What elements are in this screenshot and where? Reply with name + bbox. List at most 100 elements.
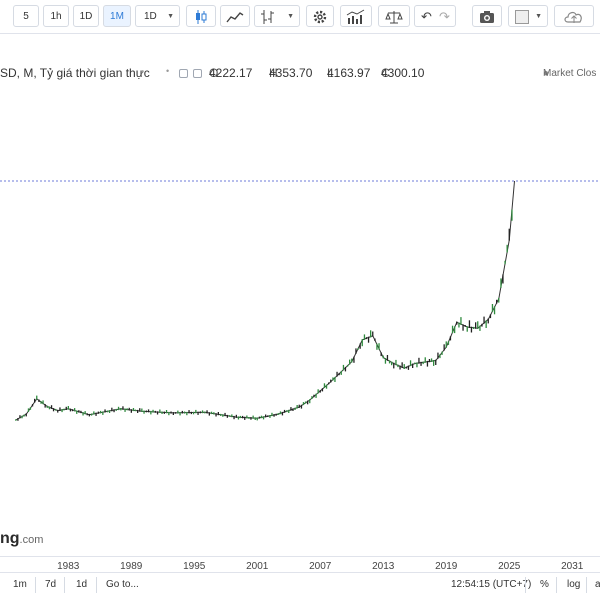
price-bar <box>126 408 128 411</box>
price-bar <box>65 406 67 410</box>
auto-scale-toggle[interactable]: a <box>595 577 600 593</box>
price-bar <box>206 410 208 414</box>
price-bar <box>336 371 338 377</box>
price-bar <box>487 318 489 324</box>
price-bar <box>124 408 126 412</box>
price-bar <box>330 379 332 383</box>
price-bar <box>228 415 231 417</box>
price-bar <box>372 331 374 337</box>
price-bar <box>186 411 188 416</box>
price-bar <box>208 412 210 416</box>
price-bar <box>401 362 403 368</box>
price-bar <box>420 361 422 366</box>
price-bar <box>319 390 321 393</box>
price-bar <box>31 404 34 407</box>
price-bar <box>69 408 72 412</box>
price-bar <box>464 325 466 327</box>
range-button-1m[interactable]: 1m <box>13 577 27 593</box>
price-bar <box>451 325 454 333</box>
price-bar <box>19 415 21 419</box>
price-bar <box>498 297 500 303</box>
price-bar <box>502 274 504 284</box>
price-bar <box>46 405 48 408</box>
price-bar <box>130 409 132 413</box>
price-bar <box>159 409 161 413</box>
range-button-1d[interactable]: 1d <box>76 577 87 593</box>
price-bar <box>309 399 311 404</box>
price-bar <box>235 414 237 418</box>
price-bar <box>192 411 195 415</box>
price-bar <box>430 358 433 362</box>
price-bar <box>317 389 319 394</box>
price-bar <box>93 411 95 415</box>
price-bar <box>273 414 275 417</box>
price-bar <box>323 383 326 388</box>
price-bar <box>48 406 51 410</box>
price-bar <box>38 399 40 402</box>
price-bar <box>426 360 429 367</box>
price-bar <box>508 228 510 241</box>
price-bar <box>219 413 222 416</box>
price-bar <box>145 410 147 413</box>
time-axis-tick-2025: 2025 <box>498 561 521 572</box>
price-bar <box>378 343 380 350</box>
price-bar <box>403 364 405 369</box>
price-bar <box>222 414 224 417</box>
log-scale-toggle[interactable]: log <box>567 577 580 593</box>
price-bar <box>215 413 217 417</box>
time-axis[interactable]: 1983 1989 1995 2001 2007 2013 2019 2025 2031 <box>0 556 600 573</box>
price-bar <box>265 414 267 418</box>
price-bar <box>115 408 117 411</box>
price-bar <box>456 321 458 325</box>
price-bar <box>409 360 412 367</box>
price-bar <box>477 321 479 329</box>
price-bar <box>435 359 437 365</box>
price-bar <box>237 416 240 420</box>
timezone-clock[interactable]: 12:54:15 (UTC+7) <box>451 577 531 593</box>
price-bar <box>374 338 376 341</box>
price-bar <box>483 316 485 324</box>
price-bar <box>397 364 399 368</box>
price-bar <box>256 417 258 421</box>
price-bar <box>472 326 475 329</box>
percent-scale-toggle[interactable]: % <box>540 577 549 593</box>
time-axis-tick-1995: 1995 <box>183 561 206 572</box>
price-bar <box>161 411 163 414</box>
price-bar <box>34 398 36 403</box>
price-bar <box>454 326 456 334</box>
price-bar <box>59 407 61 411</box>
price-bar <box>380 352 382 357</box>
price-bar <box>485 320 487 328</box>
price-bar <box>141 408 143 412</box>
price-bar <box>439 354 441 359</box>
price-bar <box>156 411 159 415</box>
price-bar <box>386 355 389 361</box>
price-bar <box>95 412 97 416</box>
price-bar <box>117 406 120 411</box>
price-bar <box>113 409 115 413</box>
price-bar <box>210 411 213 415</box>
price-bar <box>63 408 65 411</box>
price-bar <box>199 411 201 414</box>
price-series <box>15 180 515 421</box>
price-bar <box>61 409 63 413</box>
price-bar <box>504 260 506 265</box>
price-bar <box>424 357 426 363</box>
goto-date-button[interactable]: Go to... <box>106 577 139 593</box>
price-bar <box>470 326 473 333</box>
price-bar <box>170 411 172 414</box>
price-bar <box>21 415 23 419</box>
price-bar <box>311 396 313 399</box>
price-bar <box>376 343 378 350</box>
price-bar <box>181 410 183 414</box>
price-bar <box>172 412 174 415</box>
price-bar <box>416 362 418 368</box>
price-bar <box>128 407 130 411</box>
price-chart[interactable] <box>0 0 600 600</box>
price-bar <box>361 339 363 347</box>
price-bar <box>152 409 154 413</box>
price-bar <box>449 336 452 341</box>
price-bar <box>321 388 324 392</box>
price-bar <box>165 410 168 414</box>
range-button-7d[interactable]: 7d <box>45 577 56 593</box>
